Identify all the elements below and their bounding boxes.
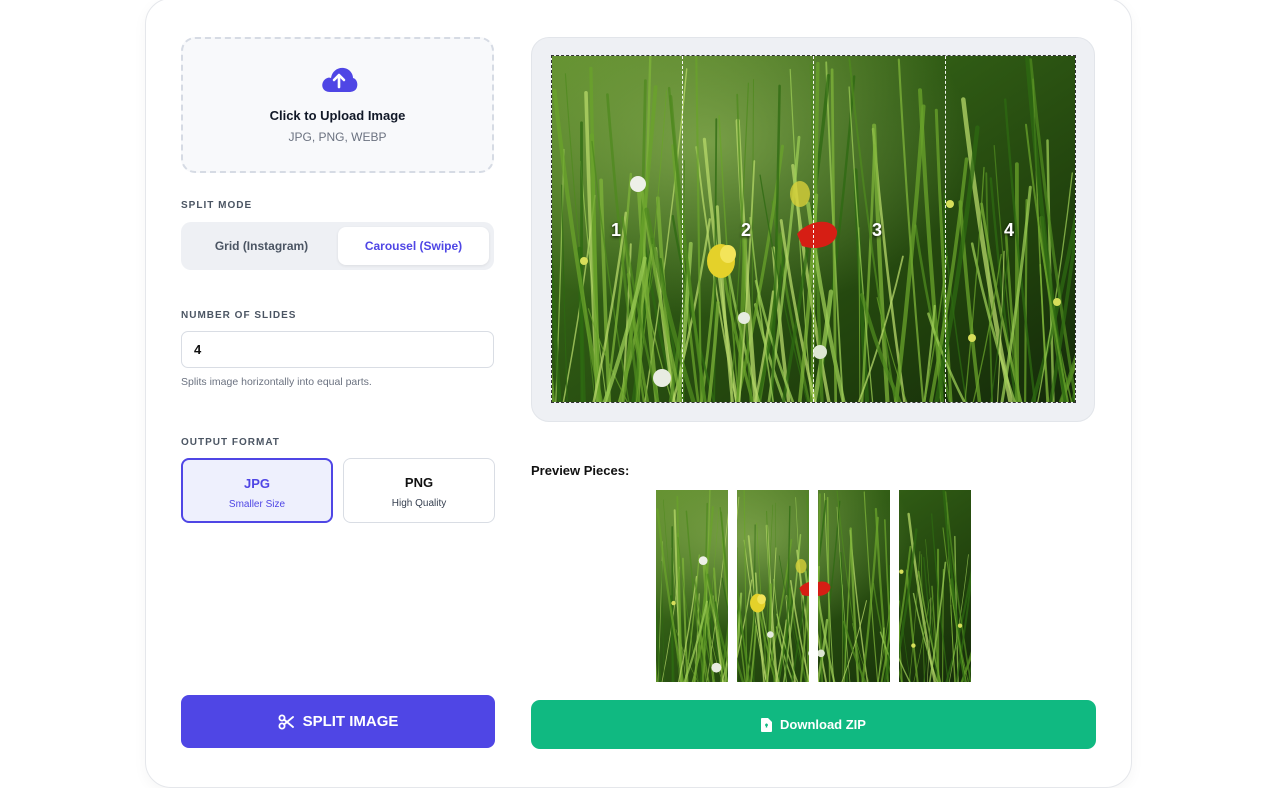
slides-hint: Splits image horizontally into equal par… bbox=[181, 376, 372, 388]
format-jpg-subtitle: Smaller Size bbox=[228, 499, 286, 510]
format-png-subtitle: High Quality bbox=[391, 498, 447, 509]
slice-number-1: 1 bbox=[611, 220, 622, 240]
download-zip-button[interactable]: Download ZIP bbox=[531, 700, 1096, 749]
preview-piece-3[interactable] bbox=[818, 490, 890, 682]
upload-title: Click to Upload Image bbox=[269, 108, 406, 123]
format-jpg-option[interactable]: JPG Smaller Size bbox=[181, 458, 333, 523]
output-format-label: OUTPUT FORMAT bbox=[181, 437, 280, 448]
preview-piece-image bbox=[737, 490, 809, 682]
file-zip-icon bbox=[761, 717, 773, 732]
format-jpg-title: JPG bbox=[243, 476, 270, 491]
preview-piece-image bbox=[899, 490, 971, 682]
preview-piece-image bbox=[656, 490, 728, 682]
upload-dropzone[interactable]: Click to Upload Image JPG, PNG, WEBP bbox=[181, 37, 494, 173]
upload-formats: JPG, PNG, WEBP bbox=[288, 130, 387, 144]
slice-number-2: 2 bbox=[741, 220, 752, 240]
slides-label: NUMBER OF SLIDES bbox=[181, 310, 297, 321]
split-image-button[interactable]: SPLIT IMAGE bbox=[181, 695, 495, 748]
scissors-icon bbox=[278, 714, 294, 729]
preview-pieces-label: Preview Pieces: bbox=[531, 463, 630, 478]
split-mode-label: SPLIT MODE bbox=[181, 200, 253, 211]
format-png-option[interactable]: PNG High Quality bbox=[343, 458, 495, 523]
split-mode-selector: Grid (Instagram) Carousel (Swipe) bbox=[181, 222, 494, 270]
meadow-photo bbox=[552, 56, 1075, 402]
split-image-label: SPLIT IMAGE bbox=[302, 713, 399, 730]
preview-piece-4[interactable] bbox=[899, 490, 971, 682]
preview-piece-1[interactable] bbox=[656, 490, 728, 682]
cloud-upload-icon bbox=[322, 67, 358, 92]
slice-number-3: 3 bbox=[872, 220, 883, 240]
preview-piece-2[interactable] bbox=[737, 490, 809, 682]
preview-piece-image bbox=[818, 490, 890, 682]
carousel-mode-option[interactable]: Carousel (Swipe) bbox=[338, 227, 489, 265]
slides-input[interactable]: 4 bbox=[181, 331, 494, 368]
format-png-title: PNG bbox=[404, 475, 434, 490]
slice-number-4: 4 bbox=[1004, 220, 1015, 240]
download-zip-label: Download ZIP bbox=[780, 717, 866, 732]
preview-image: 1 2 3 4 bbox=[551, 55, 1076, 403]
grid-mode-option[interactable]: Grid (Instagram) bbox=[186, 227, 337, 265]
